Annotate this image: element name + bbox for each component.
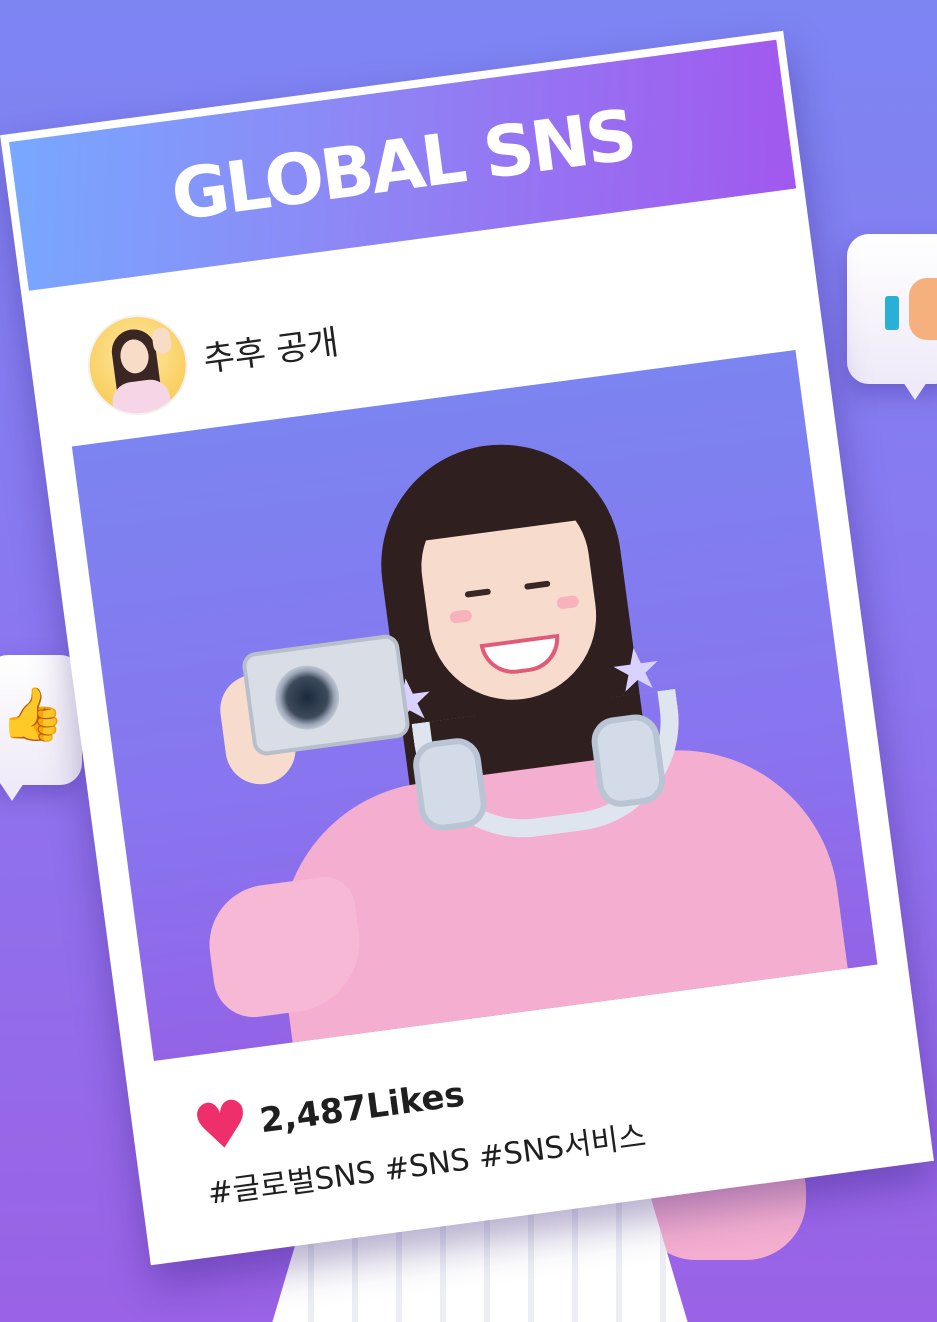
- profile-row: 추후 공개: [81, 289, 345, 422]
- profile-name[interactable]: 추후 공개: [200, 314, 341, 381]
- post-photo: ★ ★: [71, 349, 878, 1062]
- thumbs-up-bubble-left: 👍: [0, 655, 82, 801]
- thumbs-up-bubble-right: [847, 234, 937, 400]
- heart-icon[interactable]: ♥: [189, 1086, 256, 1167]
- thumbs-up-icon: [909, 278, 937, 340]
- page-title: GLOBAL SNS: [166, 93, 639, 237]
- sleeve-cuff: [885, 296, 899, 330]
- star-earring-icon: ★: [606, 632, 667, 707]
- likes-count: 2,487Likes: [257, 1074, 467, 1142]
- avatar[interactable]: [81, 308, 194, 422]
- thumbs-up-icon: 👍: [0, 685, 65, 745]
- post-header-banner: GLOBAL SNS: [9, 39, 797, 291]
- sns-post-card: GLOBAL SNS 추후 공개 ★ ★ ♥ 2,487Likes #글로벌SN…: [0, 30, 934, 1266]
